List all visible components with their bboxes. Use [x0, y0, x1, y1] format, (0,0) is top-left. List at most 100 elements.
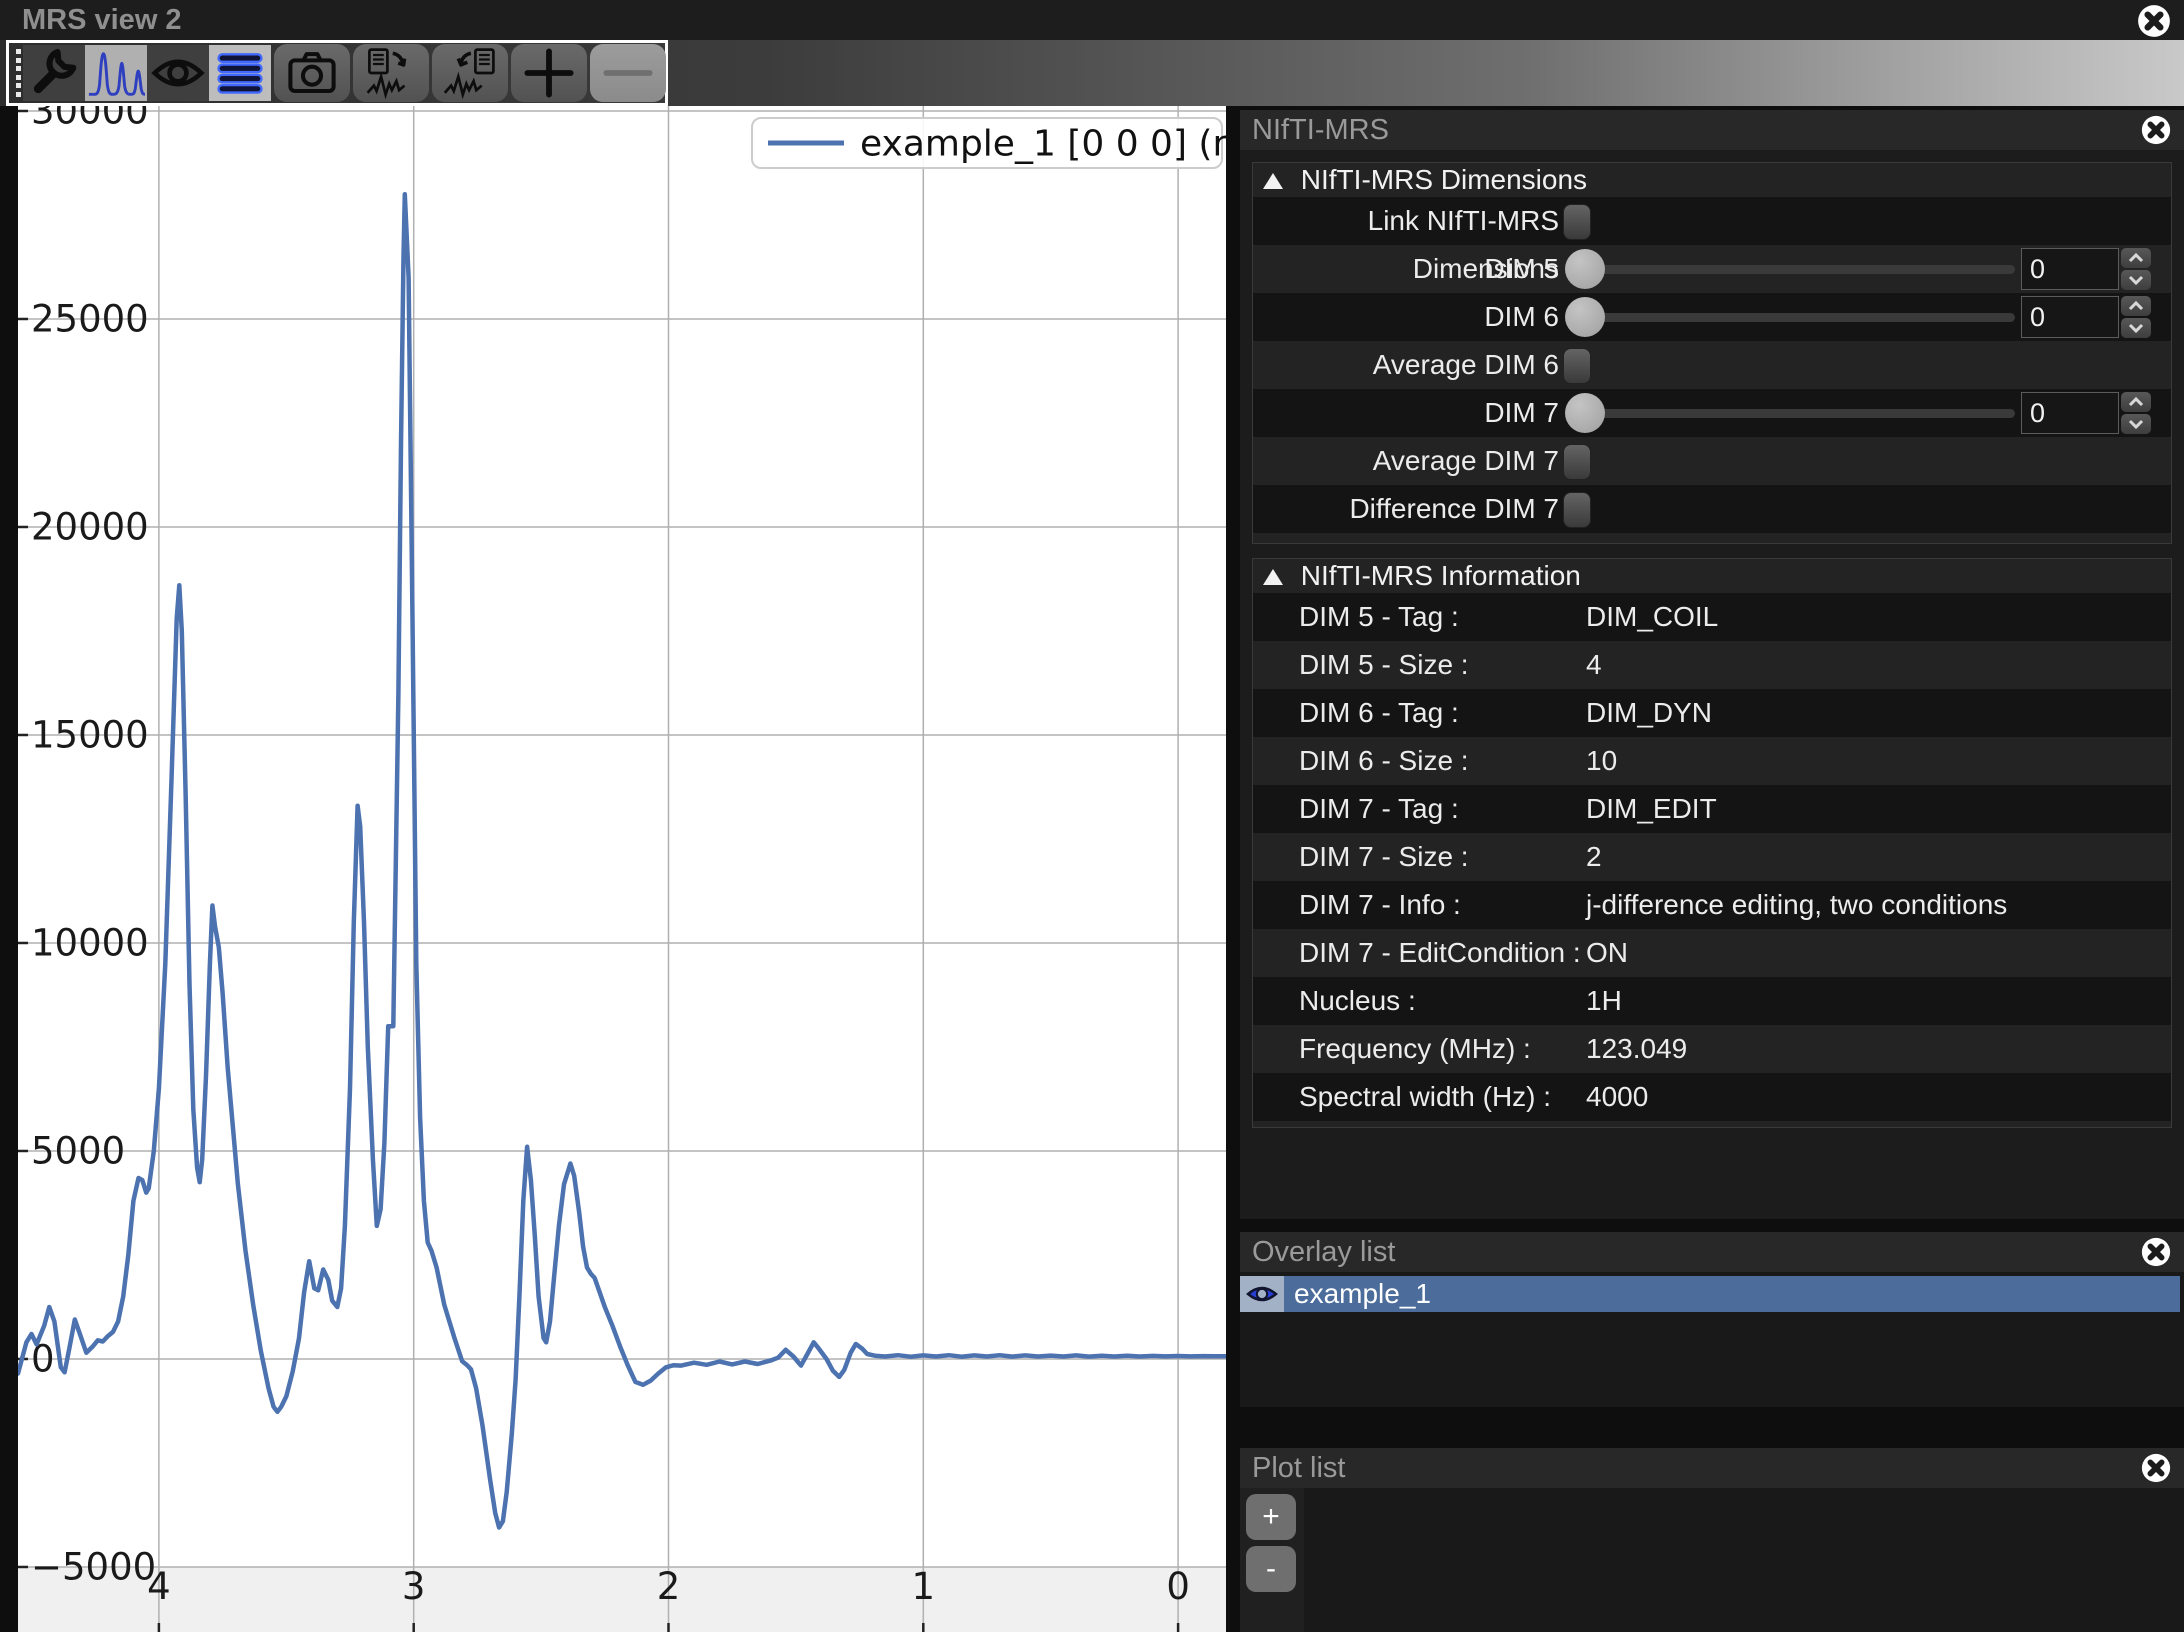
- average-dim7-checkbox[interactable]: [1563, 444, 1591, 480]
- chevron-down-icon: [2128, 419, 2144, 430]
- settings-button[interactable]: [23, 45, 85, 101]
- hamburger-icon: [217, 53, 263, 94]
- dim6-row: DIM 6: [1253, 293, 2171, 341]
- dim5-spinbox-down[interactable]: [2121, 270, 2151, 290]
- dim7-slider[interactable]: [1573, 409, 2015, 418]
- svg-text:25000: 25000: [31, 297, 149, 340]
- spectrum-view-button[interactable]: [85, 45, 147, 101]
- wrench-icon: [33, 48, 77, 94]
- svg-text:2: 2: [657, 1565, 681, 1608]
- nifti-panel-header[interactable]: NIfTI-MRS: [1240, 110, 2184, 150]
- figure-margin: [18, 1566, 1226, 1632]
- dim6-spinbox[interactable]: [2021, 296, 2119, 338]
- remove-button[interactable]: [590, 44, 666, 102]
- eye-icon: [1246, 1286, 1278, 1302]
- svg-text:3: 3: [402, 1565, 426, 1608]
- svg-text:4: 4: [147, 1565, 171, 1608]
- svg-text:10000: 10000: [31, 921, 149, 964]
- window-title: MRS view 2: [22, 4, 182, 36]
- spectrum-to-doc-icon: [443, 48, 495, 100]
- information-section-header[interactable]: NIfTI-MRS Information: [1263, 559, 1581, 593]
- list-options-button[interactable]: [209, 45, 271, 101]
- overlay-item-label: example_1: [1294, 1278, 1431, 1309]
- dim5-spinbox-up[interactable]: [2121, 248, 2151, 268]
- average-dim7-row: Average DIM 7: [1253, 437, 2171, 485]
- info-row: Frequency (MHz) : 123.049: [1299, 1033, 1688, 1064]
- dim5-slider-thumb[interactable]: [1565, 249, 1605, 289]
- link-dimensions-row: Link NIfTI-MRS Dimensions: [1253, 197, 2171, 284]
- svg-text:5000: 5000: [31, 1129, 125, 1172]
- dim5-slider[interactable]: [1573, 265, 2015, 274]
- screenshot-button[interactable]: [274, 44, 350, 102]
- info-row: DIM 7 - Size : 2: [1299, 841, 1602, 872]
- dim6-spinbox-up[interactable]: [2121, 296, 2151, 316]
- spectrum-plot[interactable]: 300002500020000150001000050000−50004 3 2 1 0…: [18, 106, 1226, 1632]
- plot-legend: example_1 [0 0 0] (real): [751, 117, 1226, 169]
- info-row: DIM 7 - Info : j-difference editing, two…: [1253, 881, 2171, 929]
- camera-icon: [288, 52, 336, 94]
- dim6-slider[interactable]: [1573, 313, 2015, 322]
- export-data-button[interactable]: [353, 44, 429, 102]
- chevron-down-icon: [2128, 275, 2144, 286]
- dim5-spinbox[interactable]: [2021, 248, 2119, 290]
- plot-list-remove-button[interactable]: -: [1246, 1546, 1296, 1592]
- plot-list-header[interactable]: Plot list: [1240, 1448, 2184, 1488]
- overlay-list-close-button[interactable]: [2140, 1236, 2176, 1272]
- difference-dim7-checkbox[interactable]: [1563, 492, 1591, 528]
- toolbar-grip-handle[interactable]: [13, 49, 21, 97]
- plot-list-add-button[interactable]: +: [1246, 1494, 1296, 1540]
- nifti-panel-close-button[interactable]: [2140, 114, 2176, 150]
- dimensions-section-header[interactable]: NIfTI-MRS Dimensions: [1263, 163, 1587, 197]
- nifti-information-section: NIfTI-MRS Information DIM 5 - Tag : DIM_…: [1252, 558, 2172, 1128]
- info-row: DIM 5 - Size : 4: [1299, 649, 1602, 680]
- close-icon: [2141, 1237, 2171, 1267]
- spectrum-icon: [88, 52, 145, 96]
- dim6-spinbox-down[interactable]: [2121, 318, 2151, 338]
- svg-text:15000: 15000: [31, 713, 149, 756]
- chevron-up-icon: [2128, 300, 2144, 311]
- dim7-slider-thumb[interactable]: [1565, 393, 1605, 433]
- info-row: DIM 7 - Tag : DIM_EDIT: [1253, 785, 2171, 833]
- doc-to-spectrum-icon: [366, 48, 407, 100]
- add-button[interactable]: [511, 44, 587, 102]
- svg-text:−5000: −5000: [31, 1545, 156, 1588]
- collapse-arrow-icon: [1263, 569, 1283, 585]
- info-row: DIM 6 - Size : 10: [1299, 745, 1618, 776]
- close-icon: [2141, 1453, 2171, 1483]
- plot-background: [18, 106, 1226, 1632]
- overlay-visibility-toggle[interactable]: [1240, 1276, 1284, 1312]
- close-icon: [2138, 5, 2170, 37]
- dim7-spinbox[interactable]: [2021, 392, 2119, 434]
- svg-text:example_1 [0 0 0] (real): example_1 [0 0 0] (real): [860, 124, 1226, 165]
- chevron-up-icon: [2128, 396, 2144, 407]
- info-row: DIM 5 - Tag : DIM_COIL: [1253, 593, 2171, 641]
- plot-list-body: [1240, 1488, 2184, 1632]
- nifti-dimensions-section: NIfTI-MRS Dimensions Link NIfTI-MRS Dime…: [1252, 162, 2172, 544]
- plot-list-close-button[interactable]: [2140, 1452, 2176, 1488]
- minus-icon: [603, 70, 653, 76]
- plot-list-title: Plot list: [1252, 1452, 1346, 1484]
- window-close-button[interactable]: [2136, 3, 2172, 39]
- close-icon: [2141, 115, 2171, 145]
- nifti-panel-title: NIfTI-MRS: [1252, 114, 1389, 146]
- link-dimensions-checkbox[interactable]: [1563, 204, 1591, 240]
- chevron-down-icon: [2128, 323, 2144, 334]
- overlay-list-header[interactable]: Overlay list: [1240, 1232, 2184, 1272]
- info-row: Nucleus : 1H: [1253, 977, 2171, 1025]
- visibility-button[interactable]: [147, 45, 209, 101]
- average-dim6-row: Average DIM 6: [1253, 341, 2171, 389]
- dim7-spinbox-down[interactable]: [2121, 414, 2151, 434]
- dim7-spinbox-up[interactable]: [2121, 392, 2151, 412]
- info-row: DIM 7 - EditCondition : ON: [1299, 937, 1628, 968]
- import-data-button[interactable]: [432, 44, 508, 102]
- svg-text:1: 1: [912, 1565, 936, 1608]
- info-row: Spectral width (Hz) : 4000: [1253, 1073, 2171, 1121]
- difference-dim7-row: Difference DIM 7: [1253, 485, 2171, 533]
- dim6-slider-thumb[interactable]: [1565, 297, 1605, 337]
- average-dim6-checkbox[interactable]: [1563, 348, 1591, 384]
- collapse-arrow-icon: [1263, 173, 1283, 189]
- overlay-list-title: Overlay list: [1252, 1236, 1396, 1268]
- info-row: DIM 6 - Tag : DIM_DYN: [1253, 689, 2171, 737]
- dim5-row: DIM 5: [1253, 245, 2171, 293]
- eye-icon: [151, 59, 205, 87]
